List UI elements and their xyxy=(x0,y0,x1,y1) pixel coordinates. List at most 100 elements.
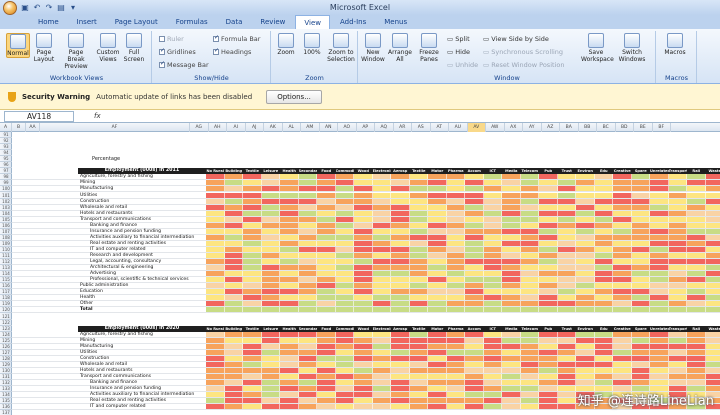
heatmap-cell[interactable] xyxy=(687,380,706,386)
heatmap-cell[interactable] xyxy=(668,367,687,373)
heatmap-cell[interactable] xyxy=(539,271,558,277)
heatmap-cell[interactable] xyxy=(354,253,373,259)
heatmap-cell[interactable] xyxy=(520,398,539,404)
heatmap-cell[interactable] xyxy=(613,198,632,204)
heatmap-cell[interactable] xyxy=(446,367,465,373)
heatmap-cell[interactable] xyxy=(224,380,243,386)
heatmap-cell[interactable] xyxy=(261,380,280,386)
heatmap-cell[interactable] xyxy=(391,283,410,289)
heatmap-cell[interactable] xyxy=(335,228,354,234)
heatmap-cell[interactable] xyxy=(668,192,687,198)
heatmap-cell[interactable] xyxy=(372,355,391,361)
heatmap-cell[interactable] xyxy=(557,240,576,246)
heatmap-cell[interactable] xyxy=(243,367,262,373)
heatmap-cell[interactable] xyxy=(354,271,373,277)
heatmap-cell[interactable] xyxy=(668,253,687,259)
heatmap-cell[interactable] xyxy=(446,301,465,307)
heatmap-cell[interactable] xyxy=(520,234,539,240)
heatmap-cell[interactable] xyxy=(483,240,502,246)
heatmap-cell[interactable] xyxy=(668,240,687,246)
column-header-ak[interactable]: AK xyxy=(264,123,283,132)
heatmap-cell[interactable] xyxy=(576,331,595,337)
heatmap-cell[interactable] xyxy=(483,289,502,295)
heatmap-cell[interactable] xyxy=(372,301,391,307)
heatmap-cell[interactable] xyxy=(613,295,632,301)
heatmap-cell[interactable] xyxy=(335,398,354,404)
heatmap-cell[interactable] xyxy=(594,240,613,246)
heatmap-cell[interactable] xyxy=(539,349,558,355)
heatmap-cell[interactable] xyxy=(446,349,465,355)
arrange-all-button[interactable]: Arrange All xyxy=(388,33,412,63)
heatmap-cell[interactable] xyxy=(335,355,354,361)
heatmap-cell[interactable] xyxy=(687,253,706,259)
heatmap-cell[interactable] xyxy=(631,374,650,380)
heatmap-cell[interactable] xyxy=(391,343,410,349)
heatmap-cell[interactable] xyxy=(668,337,687,343)
heatmap-cell[interactable] xyxy=(280,186,299,192)
heatmap-cell[interactable] xyxy=(298,265,317,271)
tab-add-ins[interactable]: Add-Ins xyxy=(332,15,374,29)
heatmap-cell[interactable] xyxy=(261,349,280,355)
heatmap-cell[interactable] xyxy=(465,180,484,186)
heatmap-cell[interactable] xyxy=(298,186,317,192)
heatmap-cell[interactable] xyxy=(446,198,465,204)
heatmap-cell[interactable] xyxy=(446,240,465,246)
heatmap-cell[interactable] xyxy=(650,374,669,380)
heatmap-cell[interactable] xyxy=(206,404,225,410)
heatmap-cell[interactable] xyxy=(705,198,720,204)
heatmap-cell[interactable] xyxy=(446,246,465,252)
heatmap-cell[interactable] xyxy=(557,404,576,410)
heatmap-cell[interactable] xyxy=(317,386,336,392)
heatmap-cell[interactable] xyxy=(409,398,428,404)
heatmap-cell[interactable] xyxy=(391,259,410,265)
heatmap-cell[interactable] xyxy=(705,222,720,228)
heatmap-cell[interactable] xyxy=(354,380,373,386)
heatmap-cell[interactable] xyxy=(354,331,373,337)
heatmap-cell[interactable] xyxy=(298,380,317,386)
heatmap-cell[interactable] xyxy=(206,386,225,392)
heatmap-cell[interactable] xyxy=(557,204,576,210)
heatmap-cell[interactable] xyxy=(520,277,539,283)
heatmap-cell[interactable] xyxy=(557,295,576,301)
heatmap-cell[interactable] xyxy=(354,180,373,186)
heatmap-cell[interactable] xyxy=(446,174,465,180)
heatmap-cell[interactable] xyxy=(502,277,521,283)
row-header[interactable]: 137 xyxy=(0,410,12,415)
heatmap-cell[interactable] xyxy=(520,192,539,198)
heatmap-cell[interactable] xyxy=(687,222,706,228)
heatmap-cell[interactable] xyxy=(243,343,262,349)
heatmap-cell[interactable] xyxy=(354,265,373,271)
heatmap-cell[interactable] xyxy=(613,228,632,234)
heatmap-cell[interactable] xyxy=(261,216,280,222)
heatmap-cell[interactable] xyxy=(409,204,428,210)
heatmap-cell[interactable] xyxy=(428,186,447,192)
heatmap-cell[interactable] xyxy=(446,331,465,337)
heatmap-cell[interactable] xyxy=(317,355,336,361)
heatmap-cell[interactable] xyxy=(409,253,428,259)
heatmap-cell[interactable] xyxy=(317,180,336,186)
heatmap-cell[interactable] xyxy=(594,204,613,210)
heatmap-cell[interactable] xyxy=(557,392,576,398)
page-layout-view-button[interactable]: Page Layout xyxy=(32,33,56,63)
heatmap-cell[interactable] xyxy=(520,386,539,392)
heatmap-cell[interactable] xyxy=(446,186,465,192)
heatmap-cell[interactable] xyxy=(650,331,669,337)
heatmap-cell[interactable] xyxy=(428,204,447,210)
heatmap-cell[interactable] xyxy=(206,301,225,307)
heatmap-cell[interactable] xyxy=(502,331,521,337)
heatmap-cell[interactable] xyxy=(428,198,447,204)
heatmap-cell[interactable] xyxy=(705,343,720,349)
heatmap-cell[interactable] xyxy=(668,277,687,283)
heatmap-cell[interactable] xyxy=(409,301,428,307)
heatmap-cell[interactable] xyxy=(372,210,391,216)
heatmap-cell[interactable] xyxy=(372,374,391,380)
heatmap-cell[interactable] xyxy=(557,307,576,313)
heatmap-cell[interactable] xyxy=(483,337,502,343)
heatmap-cell[interactable] xyxy=(539,234,558,240)
heatmap-cell[interactable] xyxy=(446,216,465,222)
heatmap-cell[interactable] xyxy=(483,265,502,271)
heatmap-cell[interactable] xyxy=(280,265,299,271)
heatmap-cell[interactable] xyxy=(668,204,687,210)
heatmap-cell[interactable] xyxy=(520,367,539,373)
heatmap-cell[interactable] xyxy=(520,204,539,210)
